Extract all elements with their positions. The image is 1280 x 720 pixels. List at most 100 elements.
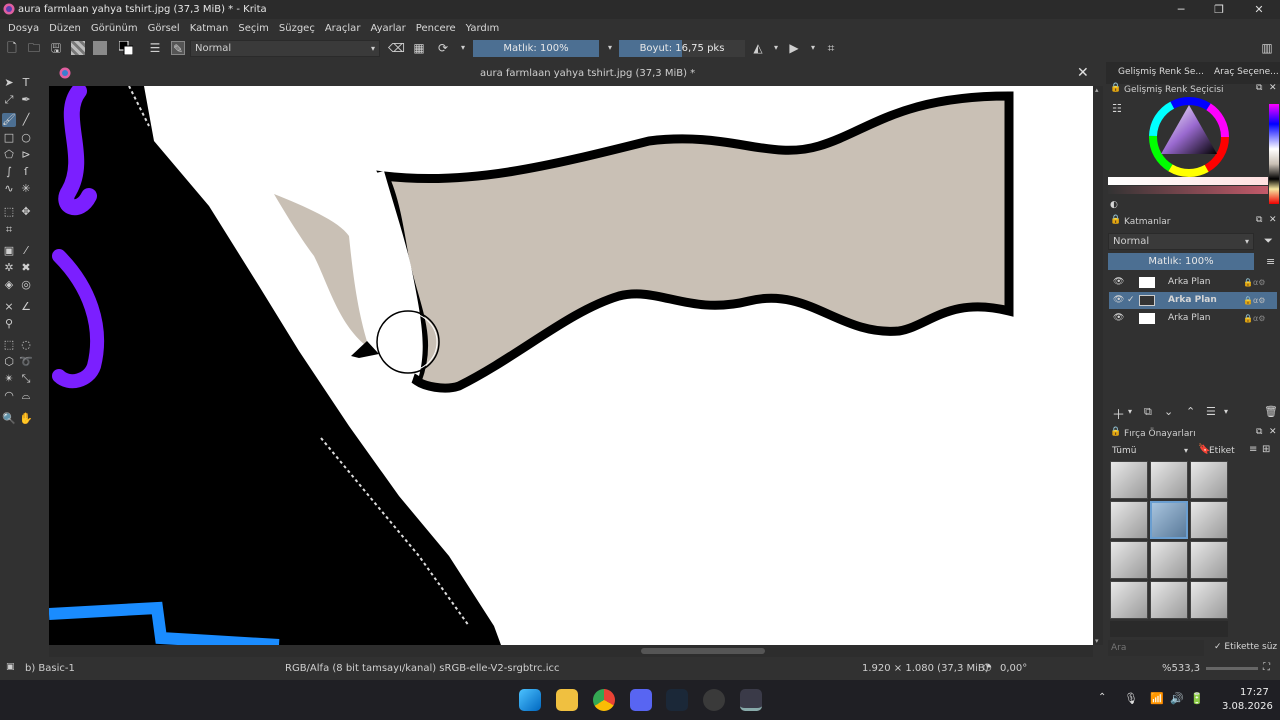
- crop-tool-icon[interactable]: ⌗: [2, 223, 16, 237]
- maximize-button[interactable]: ❐: [1200, 0, 1238, 19]
- menu-layer[interactable]: Katman: [190, 23, 229, 34]
- fullscreen-icon[interactable]: ⛶: [1263, 662, 1270, 673]
- move-layer-down-icon[interactable]: ⌄: [1164, 405, 1173, 418]
- colorize-mask-tool-icon[interactable]: ✲: [2, 261, 16, 275]
- chevron-down-icon[interactable]: ▾: [456, 41, 470, 55]
- move-tool-icon[interactable]: ✥: [19, 205, 33, 219]
- zoom-slider[interactable]: [1206, 667, 1258, 670]
- chevron-down-icon[interactable]: ▾: [1184, 446, 1188, 455]
- calligraphy-tool-icon[interactable]: ✒: [19, 93, 33, 107]
- volume-icon[interactable]: 🔊: [1170, 692, 1184, 705]
- smart-patch-tool-icon[interactable]: ✖: [19, 261, 33, 275]
- freehand-path-tool-icon[interactable]: ſ: [19, 165, 33, 179]
- chevron-down-icon[interactable]: ▾: [603, 41, 617, 55]
- document-tab[interactable]: aura farmlaan yahya tshirt.jpg (37,3 MiB…: [44, 62, 1102, 86]
- reload-preset-icon[interactable]: ⟳: [436, 41, 450, 55]
- color-settings-icon[interactable]: ☷: [1112, 102, 1122, 115]
- horizontal-scrollbar[interactable]: [49, 645, 1093, 657]
- color-reset-icon[interactable]: ◐: [1110, 200, 1118, 210]
- eraser-icon[interactable]: ⌫: [388, 41, 405, 55]
- layer-row[interactable]: 👁 Arka Plan 🔒α⚙: [1109, 310, 1277, 327]
- brush-preset[interactable]: [1190, 541, 1228, 579]
- contiguous-select-tool-icon[interactable]: ✴: [2, 372, 16, 386]
- mirror-horizontal-icon[interactable]: ◭: [751, 41, 765, 55]
- brush-preset[interactable]: [1150, 461, 1188, 499]
- brush-preset[interactable]: [1150, 581, 1188, 619]
- freehand-select-tool-icon[interactable]: ➰: [19, 355, 33, 369]
- rect-select-tool-icon[interactable]: ⬚: [2, 338, 16, 352]
- steam-icon[interactable]: [666, 689, 688, 711]
- layer-opacity-slider[interactable]: Matlık: 100%: [1108, 253, 1254, 270]
- bezier-select-tool-icon[interactable]: ◠: [2, 389, 16, 403]
- lock-icon[interactable]: 🔒: [1110, 427, 1121, 437]
- menu-edit[interactable]: Düzen: [49, 23, 81, 34]
- menu-settings[interactable]: Ayarlar: [370, 23, 405, 34]
- dynamic-brush-tool-icon[interactable]: ∿: [2, 182, 16, 196]
- menu-file[interactable]: Dosya: [8, 23, 39, 34]
- transform-tool-icon[interactable]: ⬚: [2, 205, 16, 219]
- save-icon[interactable]: 🖫: [49, 41, 63, 55]
- color-picker-tool-icon[interactable]: ⁄: [19, 244, 33, 258]
- tab-tool-options[interactable]: Araç Seçene...: [1214, 67, 1279, 77]
- scroll-up-icon[interactable]: ▴: [1095, 86, 1101, 94]
- brush-preset[interactable]: [1190, 461, 1228, 499]
- brush-settings-icon[interactable]: ☰: [148, 41, 162, 55]
- clock-time[interactable]: 17:27: [1240, 687, 1269, 698]
- tab-color-selector[interactable]: Gelişmiş Renk Se...: [1118, 67, 1204, 77]
- scroll-thumb[interactable]: [641, 648, 765, 654]
- layer-props-icon[interactable]: 🔒α⚙: [1243, 274, 1265, 291]
- battery-icon[interactable]: 🔋: [1190, 692, 1204, 705]
- preserve-alpha-icon[interactable]: ▦: [412, 41, 426, 55]
- chevron-down-icon[interactable]: ▾: [1224, 407, 1228, 416]
- close-docker-icon[interactable]: ✕: [1269, 215, 1277, 225]
- layer-properties-icon[interactable]: ☰: [1206, 405, 1216, 418]
- brush-preset[interactable]: [1110, 581, 1148, 619]
- menu-window[interactable]: Pencere: [416, 23, 456, 34]
- obs-icon[interactable]: [703, 689, 725, 711]
- delete-layer-icon[interactable]: 🗑: [1264, 405, 1278, 418]
- chrome-icon[interactable]: [593, 689, 615, 711]
- blend-mode-select[interactable]: Normal ▾: [190, 40, 380, 57]
- brush-preset[interactable]: [1110, 501, 1148, 539]
- zoom-tool-icon[interactable]: 🔍: [2, 412, 16, 426]
- color-history-strip[interactable]: [1269, 104, 1279, 204]
- view-grid-icon[interactable]: ⊞: [1262, 444, 1270, 455]
- add-layer-icon[interactable]: ＋: [1112, 404, 1125, 423]
- windows-start-icon[interactable]: [519, 689, 541, 711]
- minimize-button[interactable]: ─: [1162, 0, 1200, 19]
- pan-tool-icon[interactable]: ✋: [19, 412, 33, 426]
- brush-preset[interactable]: [1110, 461, 1148, 499]
- vertical-scrollbar[interactable]: ▴ ▾: [1093, 86, 1103, 645]
- brush-tag-select[interactable]: Etiket: [1209, 446, 1235, 456]
- rectangle-tool-icon[interactable]: □: [2, 131, 16, 145]
- microphone-icon[interactable]: 🎙: [1124, 692, 1138, 705]
- float-docker-icon[interactable]: ⧉: [1256, 427, 1262, 437]
- menu-filter[interactable]: Süzgeç: [279, 23, 315, 34]
- layer-blend-select[interactable]: Normal ▾: [1108, 233, 1254, 250]
- select-shape-tool-icon[interactable]: ➤: [2, 76, 16, 90]
- lock-icon[interactable]: 🔒: [1110, 83, 1121, 93]
- polygon-select-tool-icon[interactable]: ⬡: [2, 355, 16, 369]
- rotation-icon[interactable]: ◔: [983, 662, 992, 673]
- wifi-icon[interactable]: 📶: [1150, 692, 1164, 705]
- gradient-icon[interactable]: [71, 41, 85, 55]
- brush-preset[interactable]: [1190, 581, 1228, 619]
- layer-row[interactable]: 👁 Arka Plan 🔒α⚙: [1109, 274, 1277, 291]
- eye-icon[interactable]: 👁: [1113, 310, 1124, 327]
- ellipse-tool-icon[interactable]: ○: [19, 131, 33, 145]
- close-document-icon[interactable]: ✕: [1077, 65, 1089, 81]
- multibrush-tool-icon[interactable]: ✳: [19, 182, 33, 196]
- chevron-up-icon[interactable]: ⌃: [1098, 692, 1106, 703]
- lightness-slider[interactable]: [1108, 177, 1268, 185]
- brush-search-input[interactable]: [1108, 640, 1204, 656]
- measure-tool-icon[interactable]: ∠: [19, 300, 33, 314]
- chevron-down-icon[interactable]: ▾: [769, 41, 783, 55]
- assistant-tool-icon[interactable]: ⨯: [2, 300, 16, 314]
- layer-row-selected[interactable]: 👁 ✓ Arka Plan 🔒α⚙: [1109, 292, 1277, 309]
- reference-tool-icon[interactable]: ⚲: [2, 317, 16, 331]
- chevron-down-icon[interactable]: ▾: [1128, 407, 1132, 416]
- brush-preset[interactable]: [1110, 541, 1148, 579]
- brush-preset[interactable]: [1150, 541, 1188, 579]
- gradient-tool-icon[interactable]: ▣: [2, 244, 16, 258]
- menu-tools[interactable]: Araçlar: [325, 23, 361, 34]
